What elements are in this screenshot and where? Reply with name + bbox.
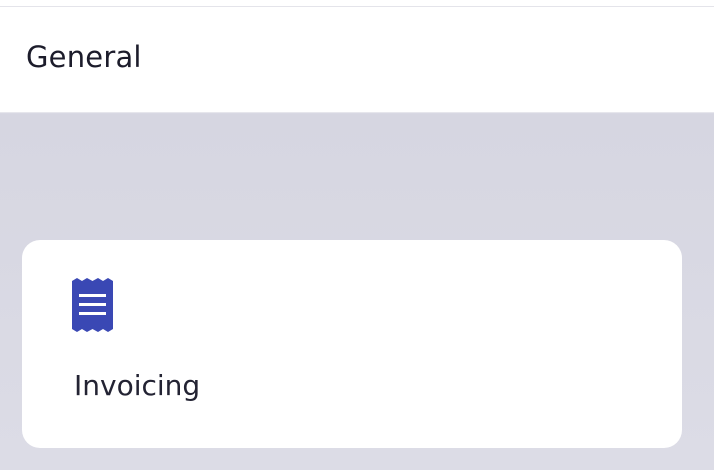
card-label: Invoicing: [74, 369, 201, 402]
invoicing-card[interactable]: Invoicing: [22, 240, 682, 448]
section-header: General: [0, 7, 714, 113]
section-content: Invoicing: [0, 114, 714, 470]
top-divider: [0, 0, 714, 7]
receipt-icon: [72, 278, 113, 332]
section-title: General: [26, 40, 142, 74]
